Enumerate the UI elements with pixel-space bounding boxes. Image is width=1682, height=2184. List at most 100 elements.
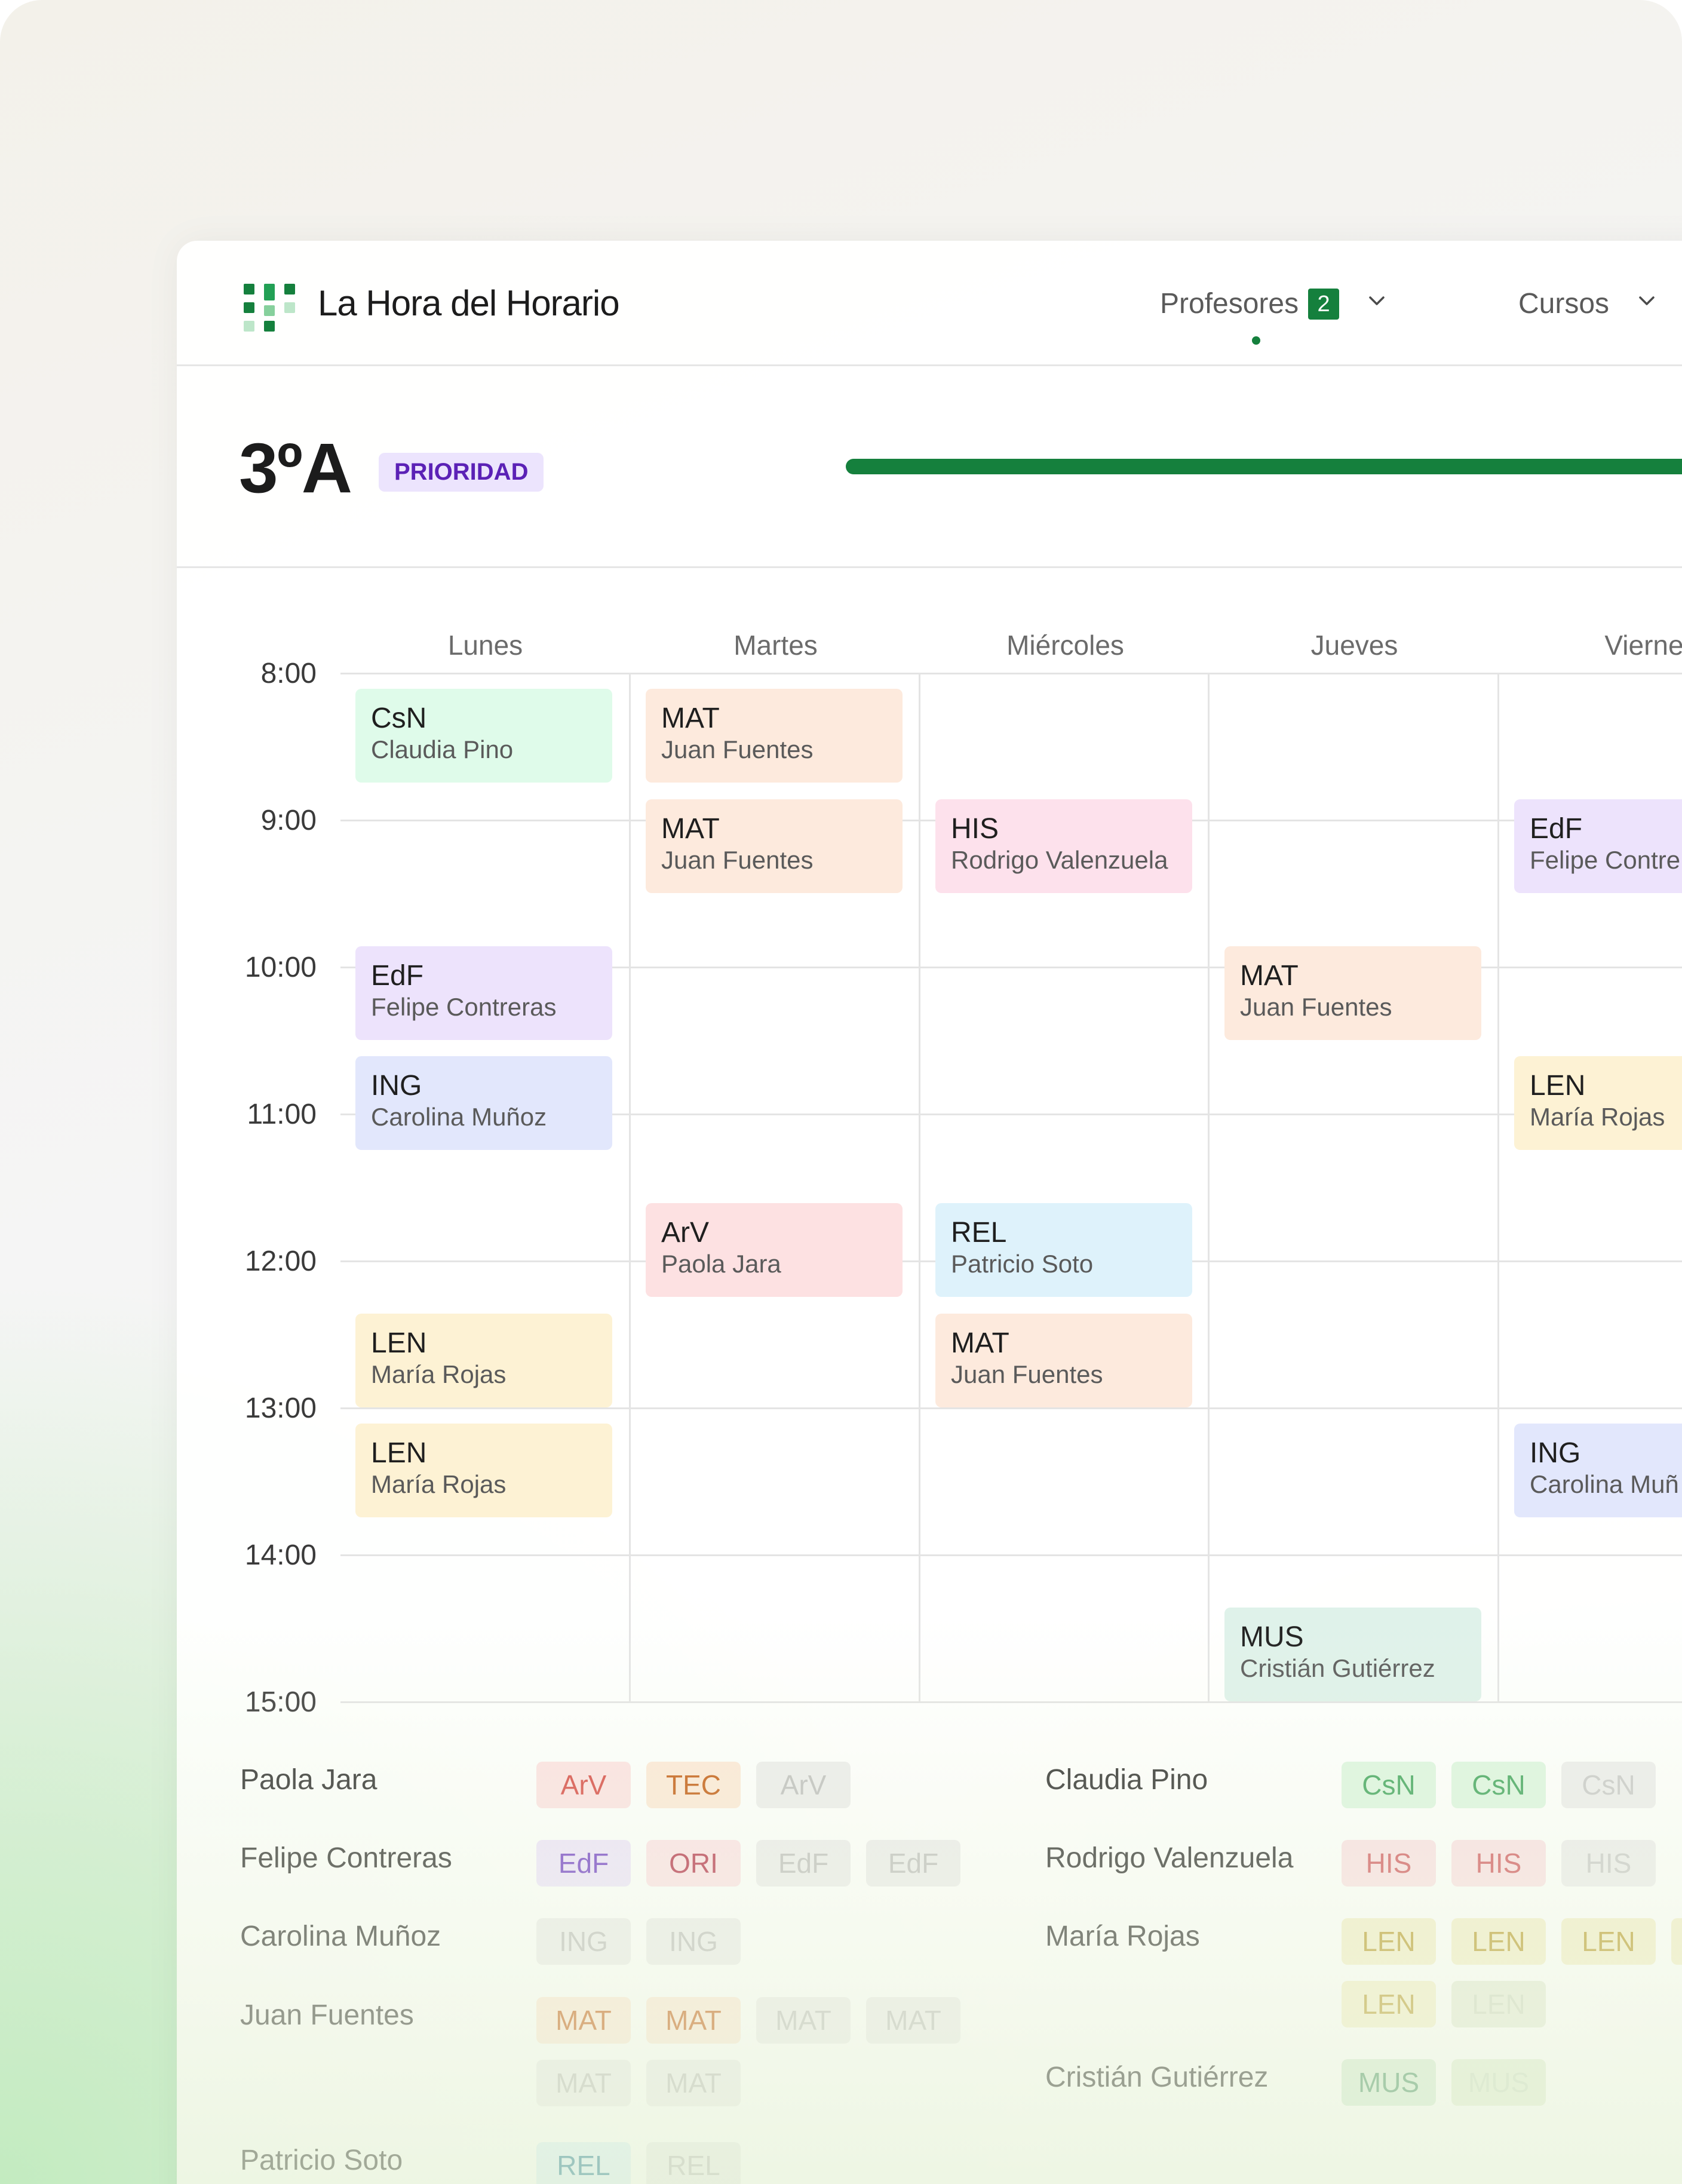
teacher-name: Paola Jara: [240, 1764, 377, 1796]
subject-chip[interactable]: EdF: [866, 1840, 960, 1887]
subject-chip[interactable]: MAT: [646, 2060, 741, 2106]
teacher-name: Carolina Muñoz: [240, 1921, 441, 1952]
class-subject: MAT: [951, 1327, 1009, 1359]
class-block-mat[interactable]: MAT Juan Fuentes: [646, 799, 903, 893]
class-subject: EdF: [1530, 812, 1583, 845]
class-block-mus[interactable]: MUS Cristián Gutiérrez: [1224, 1607, 1481, 1701]
time-label: 9:00: [260, 805, 317, 836]
time-label: 8:00: [260, 658, 317, 689]
class-block-len[interactable]: LEN María Rojas: [355, 1424, 612, 1517]
subject-chip[interactable]: MAT: [866, 1997, 960, 2044]
class-subject: MAT: [661, 812, 720, 845]
subject-chip[interactable]: ArV: [756, 1762, 851, 1808]
teacher-name: Felipe Contreras: [240, 1842, 452, 1874]
subject-chip[interactable]: LEN: [1342, 1981, 1436, 2027]
nav-profesores-label: Profesores: [1160, 288, 1299, 320]
subject-chip[interactable]: REL: [536, 2142, 631, 2184]
subject-chip[interactable]: TEC: [646, 1762, 741, 1808]
nav-cursos[interactable]: Cursos: [1518, 287, 1657, 320]
teacher-name: Patricio Soto: [240, 2145, 403, 2176]
chevron-down-icon[interactable]: [1637, 290, 1657, 311]
class-block-edf[interactable]: EdF Felipe Contreras: [355, 946, 612, 1040]
class-subject: LEN: [371, 1437, 427, 1469]
time-label: 13:00: [244, 1392, 317, 1424]
profesores-count-badge: 2: [1308, 288, 1340, 320]
time-label: 14:00: [244, 1539, 317, 1571]
class-block-rel[interactable]: REL Patricio Soto: [935, 1203, 1192, 1297]
class-block-arv[interactable]: ArV Paola Jara: [646, 1203, 903, 1297]
hour-gridline: [340, 1554, 1682, 1556]
class-block-len[interactable]: LEN María Rojas: [1514, 1056, 1682, 1150]
class-block-mat[interactable]: MAT Juan Fuentes: [1224, 946, 1481, 1040]
subject-chip[interactable]: EdF: [756, 1840, 851, 1887]
grid-logo-icon: [244, 284, 295, 332]
subject-chip[interactable]: LEN: [1451, 1918, 1546, 1965]
class-block-mat[interactable]: MAT Juan Fuentes: [646, 689, 903, 783]
class-subject: REL: [951, 1217, 1007, 1249]
time-label: 11:00: [247, 1099, 317, 1130]
subject-chip[interactable]: REL: [646, 2142, 741, 2184]
class-subject: MAT: [1240, 959, 1299, 992]
class-teacher: Juan Fuentes: [1240, 992, 1392, 1021]
day-divider: [629, 673, 631, 1701]
time-label: 15:00: [244, 1686, 317, 1718]
course-name: 3ºA: [239, 429, 352, 508]
class-teacher: Juan Fuentes: [661, 735, 814, 763]
subject-chip[interactable]: CsN: [1451, 1762, 1546, 1808]
day-header: Jueves: [1310, 630, 1398, 661]
subject-chip[interactable]: MUS: [1342, 2059, 1436, 2106]
nav-profesores[interactable]: Profesores 2: [1160, 287, 1387, 320]
day-divider: [1208, 673, 1210, 1701]
teacher-name: María Rojas: [1045, 1921, 1200, 1952]
subject-chip[interactable]: LEN: [1671, 1918, 1682, 1965]
teacher-name: Cristián Gutiérrez: [1045, 2062, 1269, 2093]
subject-chip[interactable]: ING: [646, 1918, 741, 1965]
subject-chip[interactable]: ORI: [646, 1840, 741, 1887]
class-block-ing[interactable]: ING Carolina Muñoz: [355, 1056, 612, 1150]
class-subject: MUS: [1240, 1621, 1304, 1653]
day-divider: [1497, 673, 1499, 1701]
subject-chip[interactable]: LEN: [1342, 1918, 1436, 1965]
class-teacher: Carolina Muñ: [1530, 1470, 1679, 1498]
class-teacher: Patricio Soto: [951, 1250, 1094, 1278]
subject-chip[interactable]: ArV: [536, 1762, 631, 1808]
subject-chip[interactable]: ING: [536, 1918, 631, 1965]
app-title: La Hora del Horario: [318, 283, 620, 323]
class-subject: ING: [371, 1070, 422, 1102]
subject-chip[interactable]: EdF: [536, 1840, 631, 1887]
class-subject: MAT: [661, 703, 720, 734]
nav-cursos-label: Cursos: [1518, 288, 1610, 320]
class-block-edf[interactable]: EdF Felipe Contre: [1514, 799, 1682, 893]
day-divider: [919, 673, 920, 1701]
subject-chip[interactable]: MAT: [536, 2060, 631, 2106]
priority-badge: PRIORIDAD: [379, 453, 544, 492]
class-block-his[interactable]: HIS Rodrigo Valenzuela: [935, 799, 1192, 893]
class-subject: EdF: [371, 959, 424, 992]
subject-chip[interactable]: CsN: [1342, 1762, 1436, 1808]
app-window: La Hora del Horario Profesores 2 Cursos …: [177, 241, 1682, 2184]
subject-chip[interactable]: MUS: [1451, 2059, 1546, 2106]
subject-chip[interactable]: HIS: [1561, 1840, 1656, 1887]
subject-chip[interactable]: MAT: [756, 1997, 851, 2044]
class-block-ing[interactable]: ING Carolina Muñ: [1514, 1424, 1682, 1517]
class-block-mat[interactable]: MAT Juan Fuentes: [935, 1313, 1192, 1407]
subject-chip[interactable]: HIS: [1451, 1840, 1546, 1887]
class-subject: HIS: [951, 812, 999, 845]
chevron-down-icon[interactable]: [1367, 290, 1387, 311]
class-subject: ArV: [661, 1217, 710, 1249]
class-teacher: Felipe Contreras: [371, 992, 557, 1021]
hour-gridline: [340, 673, 1682, 674]
subject-chip[interactable]: CsN: [1561, 1762, 1656, 1808]
subject-chip[interactable]: MAT: [646, 1997, 741, 2044]
subject-chip[interactable]: LEN: [1451, 1981, 1546, 2027]
subject-chip[interactable]: MAT: [536, 1997, 631, 2044]
class-subject: CsN: [371, 703, 427, 734]
class-teacher: Cristián Gutiérrez: [1240, 1654, 1435, 1682]
day-header: Miércoles: [1006, 630, 1124, 661]
subject-chip[interactable]: HIS: [1342, 1840, 1436, 1887]
class-block-len[interactable]: LEN María Rojas: [355, 1313, 612, 1407]
class-teacher: Rodrigo Valenzuela: [951, 845, 1168, 874]
hour-gridline: [340, 1701, 1682, 1703]
class-block-csn[interactable]: CsN Claudia Pino: [355, 689, 612, 783]
subject-chip[interactable]: LEN: [1561, 1918, 1656, 1965]
